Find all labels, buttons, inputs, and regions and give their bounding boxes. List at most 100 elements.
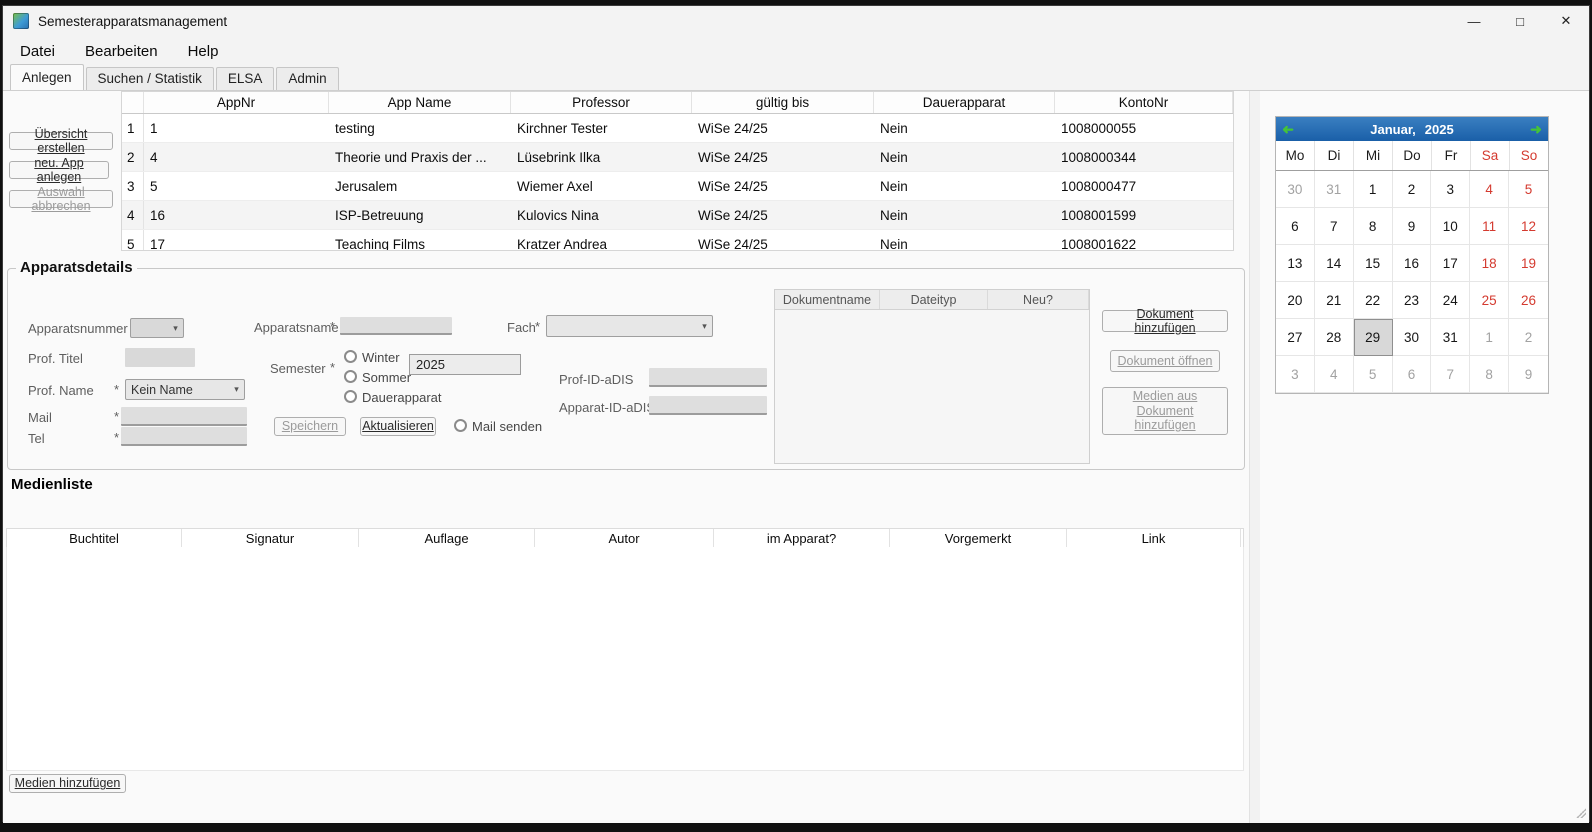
semester-year-input[interactable]: 2025 xyxy=(409,354,521,375)
media-column-header-2[interactable]: Auflage xyxy=(359,529,535,547)
calendar-day[interactable]: 16 xyxy=(1393,245,1432,282)
apparatsnummer-combobox[interactable]: ▾ xyxy=(130,318,184,338)
medien-aus-dokument-button[interactable]: Medien aus Dokument hinzufügen xyxy=(1102,387,1228,435)
auswahl-abbrechen-button[interactable]: Auswahl abbrechen xyxy=(9,190,113,208)
calendar-day[interactable]: 5 xyxy=(1354,356,1393,393)
calendar-day[interactable]: 5 xyxy=(1509,171,1548,208)
calendar-day[interactable]: 11 xyxy=(1470,208,1509,245)
calendar-day[interactable]: 3 xyxy=(1431,171,1470,208)
column-header-1[interactable]: App Name xyxy=(329,92,511,113)
dauerapparat-radio[interactable] xyxy=(344,390,357,403)
calendar-day[interactable]: 3 xyxy=(1276,356,1315,393)
calendar-day[interactable]: 27 xyxy=(1276,319,1315,356)
app-table-row[interactable]: 24Theorie und Praxis der ...Lüsebrink Il… xyxy=(122,143,1233,172)
media-column-header-3[interactable]: Autor xyxy=(535,529,714,547)
calendar-day[interactable]: 29 xyxy=(1354,319,1393,356)
calendar-day[interactable]: 10 xyxy=(1431,208,1470,245)
calendar-day[interactable]: 12 xyxy=(1509,208,1548,245)
dokument-hinzufuegen-button[interactable]: Dokument hinzufügen xyxy=(1102,310,1228,332)
calendar-day[interactable]: 23 xyxy=(1393,282,1432,319)
calendar-day[interactable]: 2 xyxy=(1393,171,1432,208)
calendar-day[interactable]: 8 xyxy=(1470,356,1509,393)
prof-titel-field[interactable] xyxy=(125,348,195,367)
tel-field[interactable] xyxy=(121,427,247,446)
speichern-button[interactable]: Speichern xyxy=(274,417,346,436)
sommer-radio[interactable] xyxy=(344,370,357,383)
prof-id-adis-field[interactable] xyxy=(649,368,767,387)
menu-help[interactable]: Help xyxy=(173,38,234,65)
calendar-day[interactable]: 2 xyxy=(1509,319,1548,356)
media-column-header-6[interactable]: Link xyxy=(1067,529,1241,547)
calendar-day[interactable]: 1 xyxy=(1470,319,1509,356)
apparatsname-field[interactable] xyxy=(340,317,452,335)
mail-field[interactable] xyxy=(121,407,247,426)
doc-column-header-1[interactable]: Dateityp xyxy=(880,290,988,309)
app-table-row[interactable]: 35JerusalemWiemer AxelWiSe 24/25Nein1008… xyxy=(122,172,1233,201)
column-header-0[interactable]: AppNr xyxy=(144,92,329,113)
tab-anlegen[interactable]: Anlegen xyxy=(10,64,84,90)
calendar-day[interactable]: 31 xyxy=(1315,171,1354,208)
apparat-id-adis-field[interactable] xyxy=(649,396,767,415)
menu-bearbeiten[interactable]: Bearbeiten xyxy=(70,38,173,65)
media-column-header-0[interactable]: Buchtitel xyxy=(7,529,182,547)
calendar-day[interactable]: 15 xyxy=(1354,245,1393,282)
media-column-header-4[interactable]: im Apparat? xyxy=(714,529,890,547)
vertical-scrollbar[interactable] xyxy=(1249,91,1260,823)
calendar-day[interactable]: 6 xyxy=(1393,356,1432,393)
winter-radio[interactable] xyxy=(344,350,357,363)
resize-grip-icon[interactable] xyxy=(1576,808,1586,818)
column-header-3[interactable]: gültig bis xyxy=(692,92,874,113)
calendar-day[interactable]: 7 xyxy=(1431,356,1470,393)
column-header-2[interactable]: Professor xyxy=(511,92,692,113)
minimize-button[interactable]: — xyxy=(1451,6,1497,36)
calendar-prev-icon[interactable]: ➜ xyxy=(1276,121,1300,138)
close-button[interactable]: ✕ xyxy=(1543,6,1589,36)
calendar-day[interactable]: 21 xyxy=(1315,282,1354,319)
app-table-row[interactable]: 517Teaching FilmsKratzer AndreaWiSe 24/2… xyxy=(122,230,1233,251)
doc-column-header-0[interactable]: Dokumentname xyxy=(775,290,880,309)
tab-elsa[interactable]: ELSA xyxy=(216,67,275,90)
calendar-day[interactable]: 28 xyxy=(1315,319,1354,356)
app-table-row[interactable]: 11testingKirchner TesterWiSe 24/25Nein10… xyxy=(122,114,1233,143)
calendar-day[interactable]: 7 xyxy=(1315,208,1354,245)
calendar-day[interactable]: 9 xyxy=(1509,356,1548,393)
calendar-day[interactable]: 18 xyxy=(1470,245,1509,282)
calendar-day[interactable]: 25 xyxy=(1470,282,1509,319)
aktualisieren-button[interactable]: Aktualisieren xyxy=(360,417,436,436)
calendar-day[interactable]: 17 xyxy=(1431,245,1470,282)
calendar-day[interactable]: 1 xyxy=(1354,171,1393,208)
menu-datei[interactable]: Datei xyxy=(5,38,70,65)
media-column-header-1[interactable]: Signatur xyxy=(182,529,359,547)
calendar-day[interactable]: 24 xyxy=(1431,282,1470,319)
calendar-day[interactable]: 4 xyxy=(1315,356,1354,393)
calendar-day[interactable]: 6 xyxy=(1276,208,1315,245)
calendar-day[interactable]: 8 xyxy=(1354,208,1393,245)
fach-combobox[interactable]: ▾ xyxy=(546,315,713,337)
maximize-button[interactable]: □ xyxy=(1497,6,1543,36)
calendar-day[interactable]: 22 xyxy=(1354,282,1393,319)
calendar-day[interactable]: 19 xyxy=(1509,245,1548,282)
calendar-day[interactable]: 4 xyxy=(1470,171,1509,208)
uebersicht-erstellen-button[interactable]: Übersicht erstellen xyxy=(9,132,113,150)
calendar-day[interactable]: 31 xyxy=(1431,319,1470,356)
calendar-day[interactable]: 26 xyxy=(1509,282,1548,319)
tab-admin[interactable]: Admin xyxy=(276,67,338,90)
calendar-day[interactable]: 30 xyxy=(1276,171,1315,208)
neu-app-anlegen-button[interactable]: neu. App anlegen xyxy=(9,161,109,179)
calendar-day[interactable]: 30 xyxy=(1393,319,1432,356)
calendar-next-icon[interactable]: ➜ xyxy=(1524,121,1548,138)
column-header-4[interactable]: Dauerapparat xyxy=(874,92,1055,113)
media-column-header-5[interactable]: Vorgemerkt xyxy=(890,529,1067,547)
calendar-day[interactable]: 14 xyxy=(1315,245,1354,282)
calendar-day[interactable]: 20 xyxy=(1276,282,1315,319)
mail-senden-checkbox[interactable] xyxy=(454,419,467,432)
medien-hinzufuegen-button[interactable]: Medien hinzufügen xyxy=(9,774,126,793)
calendar-day[interactable]: 13 xyxy=(1276,245,1315,282)
column-header-5[interactable]: KontoNr xyxy=(1055,92,1233,113)
prof-name-combobox[interactable]: Kein Name ▾ xyxy=(125,379,245,400)
doc-column-header-2[interactable]: Neu? xyxy=(988,290,1089,309)
tab-suchen-statistik[interactable]: Suchen / Statistik xyxy=(86,67,214,90)
calendar-day[interactable]: 9 xyxy=(1393,208,1432,245)
dokument-oeffnen-button[interactable]: Dokument öffnen xyxy=(1110,350,1220,372)
app-table-row[interactable]: 416ISP-BetreuungKulovics NinaWiSe 24/25N… xyxy=(122,201,1233,230)
